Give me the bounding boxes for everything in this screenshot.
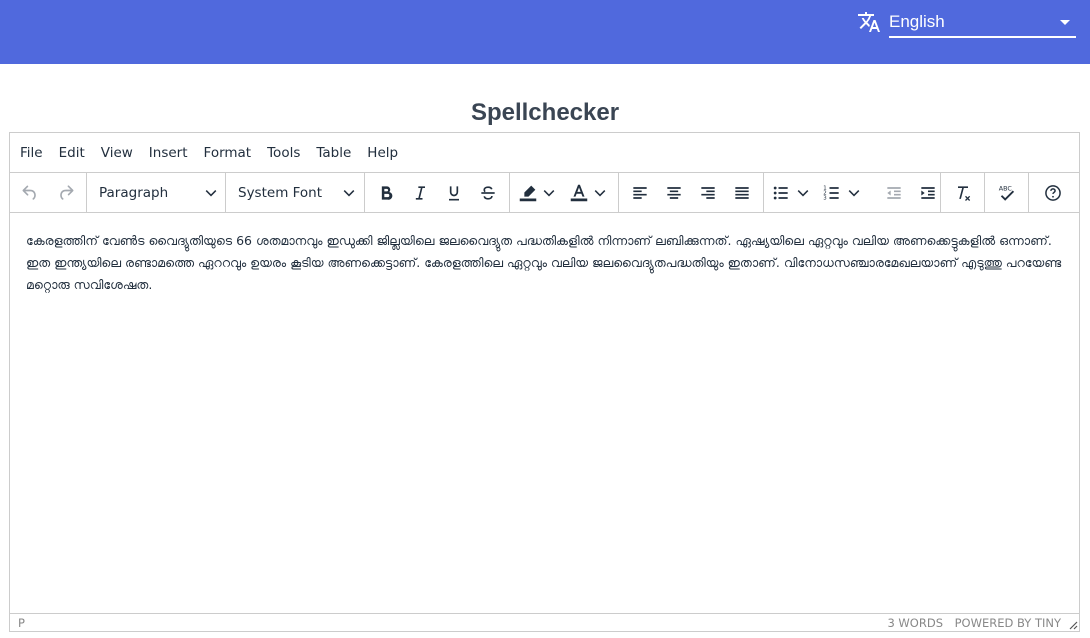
menu-tools[interactable]: Tools	[259, 139, 308, 167]
menu-file[interactable]: File	[12, 139, 51, 167]
language-select[interactable]: English	[889, 8, 1076, 38]
list-group: 123	[764, 173, 941, 212]
italic-icon	[415, 186, 425, 200]
rich-text-editor: File Edit View Insert Format Tools Table…	[9, 132, 1080, 632]
align-justify-icon	[735, 187, 749, 199]
bullet-list-icon	[773, 186, 788, 200]
redo-button[interactable]	[52, 179, 80, 207]
chevron-down-icon	[205, 190, 217, 197]
clear-formatting-icon	[958, 186, 971, 201]
menu-insert[interactable]: Insert	[141, 139, 196, 167]
alignment-group	[619, 173, 764, 212]
powered-by-link[interactable]: POWERED BY TINY	[955, 616, 1061, 630]
text-color-icon	[570, 184, 588, 202]
underline-button[interactable]	[440, 179, 468, 207]
chevron-down-icon	[543, 190, 555, 197]
spellcheck-icon: ABC	[999, 184, 1015, 201]
align-center-icon	[667, 187, 681, 199]
font-family-value: System Font	[238, 185, 323, 201]
text-color-button[interactable]	[568, 179, 612, 207]
svg-text:3: 3	[823, 196, 826, 202]
resize-handle-icon[interactable]	[1068, 620, 1078, 630]
italic-button[interactable]	[406, 179, 434, 207]
color-group	[510, 173, 619, 212]
element-path[interactable]: P	[18, 616, 25, 630]
font-family-select[interactable]: System Font	[238, 177, 355, 207]
menu-format[interactable]: Format	[196, 139, 260, 167]
spellcheck-button[interactable]: ABC	[993, 179, 1021, 207]
bold-icon	[381, 186, 393, 200]
history-group	[10, 173, 87, 212]
help-group	[1029, 173, 1079, 212]
outdent-button[interactable]	[880, 179, 908, 207]
text-style-group	[365, 173, 510, 212]
align-right-icon	[701, 187, 715, 199]
menu-edit[interactable]: Edit	[51, 139, 93, 167]
word-count[interactable]: 3 WORDS	[887, 616, 943, 630]
font-family-group: System Font	[226, 173, 365, 212]
bold-button[interactable]	[372, 179, 400, 207]
block-format-group: Paragraph	[87, 173, 226, 212]
page-title: Spellchecker	[470, 99, 620, 126]
editor-content-area[interactable]: കേരളത്തിന് വേൺട വൈദ്യുതിയുടെ 66 ശതമാനവും…	[10, 212, 1079, 612]
block-format-value: Paragraph	[99, 185, 169, 201]
bullet-list-button[interactable]	[771, 179, 815, 207]
editor-menubar: File Edit View Insert Format Tools Table…	[10, 133, 1079, 172]
underline-icon	[449, 186, 459, 201]
clear-format-group	[941, 173, 985, 212]
indent-button[interactable]	[914, 179, 942, 207]
redo-icon	[60, 185, 74, 200]
caret-down-icon	[1060, 20, 1070, 25]
align-right-button[interactable]	[694, 179, 722, 207]
undo-button[interactable]	[16, 179, 44, 207]
chevron-down-icon	[848, 190, 860, 197]
strikethrough-icon	[481, 186, 495, 200]
help-icon	[1045, 185, 1061, 201]
strikethrough-button[interactable]	[474, 179, 502, 207]
menu-view[interactable]: View	[93, 139, 141, 167]
highlight-color-icon	[519, 185, 537, 202]
outdent-icon	[887, 187, 901, 199]
spellcheck-group: ABC	[985, 173, 1029, 212]
help-button[interactable]	[1039, 179, 1067, 207]
svg-text:ABC: ABC	[999, 184, 1013, 192]
numbered-list-button[interactable]: 123	[822, 179, 868, 207]
undo-icon	[22, 185, 36, 200]
menu-help[interactable]: Help	[359, 139, 406, 167]
clear-formatting-button[interactable]	[949, 179, 977, 207]
translate-icon	[858, 12, 880, 32]
chevron-down-icon	[797, 190, 809, 197]
numbered-list-icon: 123	[823, 186, 839, 202]
top-app-bar: English	[0, 0, 1090, 64]
align-center-button[interactable]	[660, 179, 688, 207]
align-left-button[interactable]	[626, 179, 654, 207]
chevron-down-icon	[343, 190, 355, 197]
chevron-down-icon	[594, 190, 606, 197]
block-format-select[interactable]: Paragraph	[99, 177, 217, 207]
align-justify-button[interactable]	[728, 179, 756, 207]
content-paragraph: കേരളത്തിന് വേൺട വൈദ്യുതിയുടെ 66 ശതമാനവും…	[26, 233, 1062, 292]
editor-toolbar: Paragraph System Font 1 2 3 ABC	[10, 172, 1079, 213]
menu-table[interactable]: Table	[308, 139, 359, 167]
highlight-color-button[interactable]	[517, 179, 561, 207]
align-left-icon	[633, 187, 647, 199]
indent-icon	[921, 187, 935, 199]
editor-statusbar: P 3 WORDS POWERED BY TINY	[10, 613, 1079, 631]
language-select-value: English	[889, 12, 945, 31]
